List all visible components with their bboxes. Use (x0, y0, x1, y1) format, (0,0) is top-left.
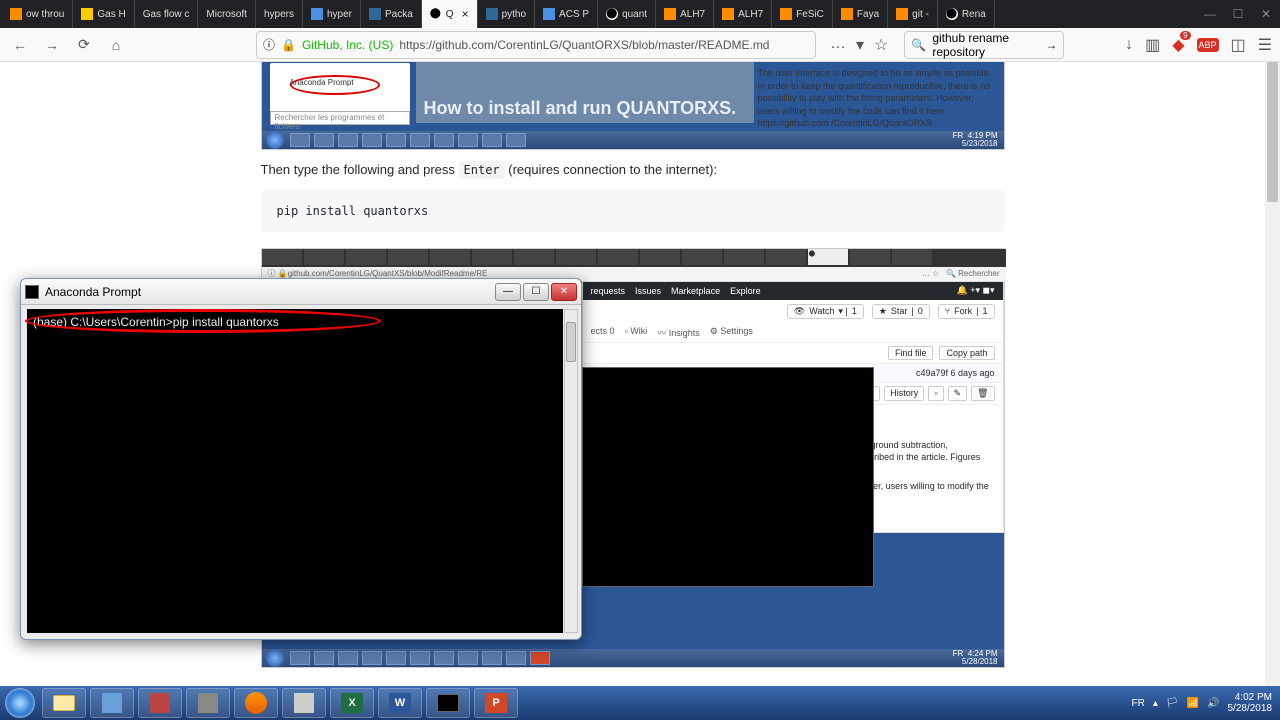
start-search-field: Rechercher les programmes et fichiers (270, 111, 410, 125)
search-text: github rename repository (932, 31, 1039, 59)
tab-8[interactable]: pytho (478, 0, 535, 28)
terminal-body[interactable]: (base) C:\Users\Corentin>pip install qua… (27, 309, 563, 633)
taskbar-excel[interactable]: X (330, 688, 374, 718)
tab-11[interactable]: ALH7 (656, 0, 714, 28)
tab-10[interactable]: ⬤quant (598, 0, 656, 28)
reader-icon[interactable]: ▾ (856, 35, 864, 55)
sidebar-icon[interactable]: ◫ (1231, 35, 1246, 55)
reload-button[interactable]: ⟳ (72, 33, 96, 57)
lock-icon: 🔒 (281, 38, 296, 52)
taskbar-app-4[interactable] (282, 688, 326, 718)
tray-network-icon[interactable]: 📶 (1187, 698, 1199, 709)
address-bar[interactable]: ⓘ 🔒 GitHub, Inc. (US) https://github.com… (256, 31, 816, 59)
forward-button[interactable]: → (40, 33, 64, 57)
tab-14[interactable]: Faya (833, 0, 888, 28)
close-button[interactable]: ✕ (1252, 0, 1280, 28)
tray-clock[interactable]: 4:02 PM 5/28/2018 (1228, 692, 1273, 714)
browser-tab-strip: ow throu Gas H Gas flow c Microsoft hype… (0, 0, 1280, 28)
readme-paragraph: Then type the following and press Enter … (261, 160, 1005, 180)
maximize-button[interactable]: ☐ (1224, 0, 1252, 28)
start-button[interactable] (0, 686, 40, 720)
tab-7-active[interactable]: ⬤Q× (422, 0, 478, 28)
code-block: pip install quantorxs (261, 190, 1005, 232)
tray-flag-icon[interactable]: 🏳 (1166, 698, 1179, 709)
readme-image-startmenu: Anaconda Prompt Rechercher les programme… (261, 62, 1005, 150)
taskbar-app-2[interactable] (138, 688, 182, 718)
abp-icon[interactable]: ABP (1197, 38, 1219, 52)
tab-2[interactable]: Gas flow c (135, 0, 199, 28)
tab-4[interactable]: hypers (256, 0, 303, 28)
taskbar-cmd[interactable] (426, 688, 470, 718)
home-button[interactable]: ⌂ (104, 33, 128, 57)
tab-13[interactable]: FeSiC (772, 0, 833, 28)
page-scrollbar[interactable] (1265, 62, 1280, 686)
github-link: https://github.com /CorentinLG/QuantORXS (758, 118, 933, 128)
window-controls: — ☐ ✕ (1196, 0, 1280, 28)
tab-15[interactable]: git - (888, 0, 938, 28)
tray-volume-icon[interactable]: 🔊 (1207, 698, 1219, 709)
tab-16[interactable]: ⬤Rena (938, 0, 995, 28)
windows-taskbar: X W P FR ▴ 🏳 📶 🔊 4:02 PM 5/28/2018 (0, 686, 1280, 720)
taskbar-powerpoint[interactable]: P (474, 688, 518, 718)
tab-12[interactable]: ALH7 (714, 0, 772, 28)
tab-0[interactable]: ow throu (2, 0, 73, 28)
library-icon[interactable]: ▥ (1145, 35, 1160, 55)
tab-3[interactable]: Microsoft (198, 0, 256, 28)
anaconda-prompt-window[interactable]: Anaconda Prompt — ☐ ✕ (base) C:\Users\Co… (20, 278, 582, 640)
system-tray[interactable]: FR ▴ 🏳 📶 🔊 4:02 PM 5/28/2018 (1132, 692, 1280, 714)
win-maximize-button[interactable]: ☐ (523, 283, 549, 301)
downloads-icon[interactable]: ↓ (1125, 36, 1133, 54)
back-button[interactable]: ← (8, 33, 32, 57)
cmd-icon (25, 285, 39, 299)
pocket-icon[interactable]: ◆ (1172, 35, 1184, 55)
taskbar-explorer[interactable] (42, 688, 86, 718)
bookmark-star-icon[interactable]: ☆ (874, 35, 888, 55)
info-icon[interactable]: ⓘ (263, 36, 275, 53)
tray-chevron-icon[interactable]: ▴ (1153, 698, 1158, 709)
tab-6[interactable]: Packa (361, 0, 422, 28)
taskbar-app-1[interactable] (90, 688, 134, 718)
tab-5[interactable]: hyper (303, 0, 361, 28)
win-minimize-button[interactable]: — (495, 283, 521, 301)
hamburger-menu-icon[interactable]: ☰ (1258, 35, 1272, 55)
taskbar-word[interactable]: W (378, 688, 422, 718)
browser-navbar: ← → ⟳ ⌂ ⓘ 🔒 GitHub, Inc. (US) https://gi… (0, 28, 1280, 62)
search-icon: 🔍 (911, 38, 926, 52)
terminal-line: (base) C:\Users\Corentin>pip install qua… (33, 315, 557, 329)
taskbar-app-3[interactable] (186, 688, 230, 718)
terminal-scrollbar[interactable] (564, 309, 578, 633)
scrollbar-thumb[interactable] (1267, 62, 1278, 202)
url-text: https://github.com/CorentinLG/QuantORXS/… (399, 38, 769, 52)
window-titlebar[interactable]: Anaconda Prompt — ☐ ✕ (21, 279, 581, 305)
tray-lang[interactable]: FR (1132, 698, 1145, 709)
anaconda-prompt-label: Anaconda Prompt (290, 78, 354, 87)
embed1-heading: How to install and run QUANTORXS. (424, 98, 737, 119)
minimize-button[interactable]: — (1196, 0, 1224, 28)
page-actions-icon[interactable]: … (830, 35, 846, 55)
tab-1[interactable]: Gas H (73, 0, 134, 28)
site-identity: GitHub, Inc. (US) (302, 38, 393, 52)
taskbar-firefox[interactable] (234, 688, 278, 718)
search-bar[interactable]: 🔍 github rename repository → (904, 31, 1064, 59)
enter-code: Enter (459, 161, 505, 179)
tab-9[interactable]: ACS P (535, 0, 598, 28)
window-title: Anaconda Prompt (45, 285, 141, 299)
close-icon[interactable]: × (462, 7, 469, 21)
win-close-button[interactable]: ✕ (551, 283, 577, 301)
search-go-icon[interactable]: → (1045, 38, 1057, 52)
